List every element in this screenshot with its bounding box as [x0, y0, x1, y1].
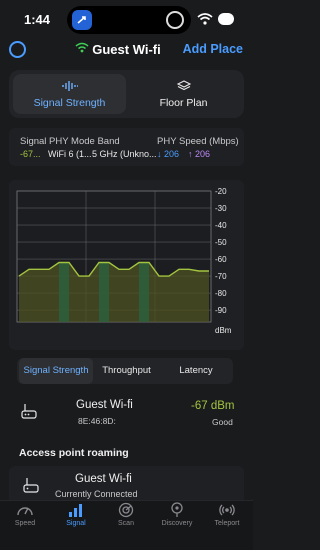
y-tick-label: -50 — [215, 238, 227, 247]
tabbar-signal[interactable]: Signal — [51, 502, 101, 527]
y-tick-label: dBm — [215, 326, 232, 335]
network-quality: Good — [212, 417, 233, 427]
tabbar-discovery-label: Discovery — [161, 520, 193, 527]
network-bssid: 8E:46:8D: — [78, 416, 116, 426]
y-tick-label: -40 — [215, 221, 227, 230]
y-tick-label: -30 — [215, 204, 227, 213]
tab-latency[interactable]: Latency — [160, 358, 232, 384]
roaming-network-name: Guest Wi-fi — [75, 473, 132, 485]
signal-spike — [99, 262, 109, 322]
y-tick-label: -60 — [215, 255, 227, 264]
tab-throughput[interactable]: Throughput — [94, 358, 159, 384]
speedometer-icon — [17, 507, 33, 516]
tabbar-speed-label: Speed — [14, 520, 36, 527]
network-name: Guest Wi-fi — [76, 399, 133, 411]
tabbar-signal-label: Signal — [66, 520, 86, 527]
y-tick-label: -20 — [215, 187, 227, 196]
signal-bars-icon — [69, 504, 82, 517]
tabbar-speed[interactable]: Speed — [0, 502, 50, 527]
magnifier-icon — [171, 502, 183, 517]
router-icon — [21, 404, 37, 419]
tabbar-scan-label: Scan — [118, 520, 134, 527]
roaming-section-title: Access point roaming — [19, 447, 129, 459]
signal-area — [19, 262, 209, 322]
network-rssi: -67 dBm — [191, 400, 235, 412]
roaming-status: Currently Connected — [55, 489, 138, 499]
y-tick-label: -90 — [215, 306, 227, 315]
router-icon — [23, 478, 39, 493]
y-tick-label: -70 — [215, 272, 227, 281]
tab-signal-strength[interactable]: Signal Strength — [19, 358, 93, 384]
tabbar-teleport-label: Teleport — [214, 520, 240, 527]
tabbar-scan[interactable]: Scan — [101, 502, 151, 527]
radar-icon — [118, 502, 134, 518]
signal-spike — [59, 262, 69, 322]
tabbar-discovery[interactable]: Discovery — [152, 502, 202, 527]
tabbar-teleport[interactable]: Teleport — [202, 502, 252, 527]
teleport-icon — [219, 504, 235, 516]
signal-spike — [139, 262, 149, 322]
y-tick-label: -80 — [215, 289, 227, 298]
